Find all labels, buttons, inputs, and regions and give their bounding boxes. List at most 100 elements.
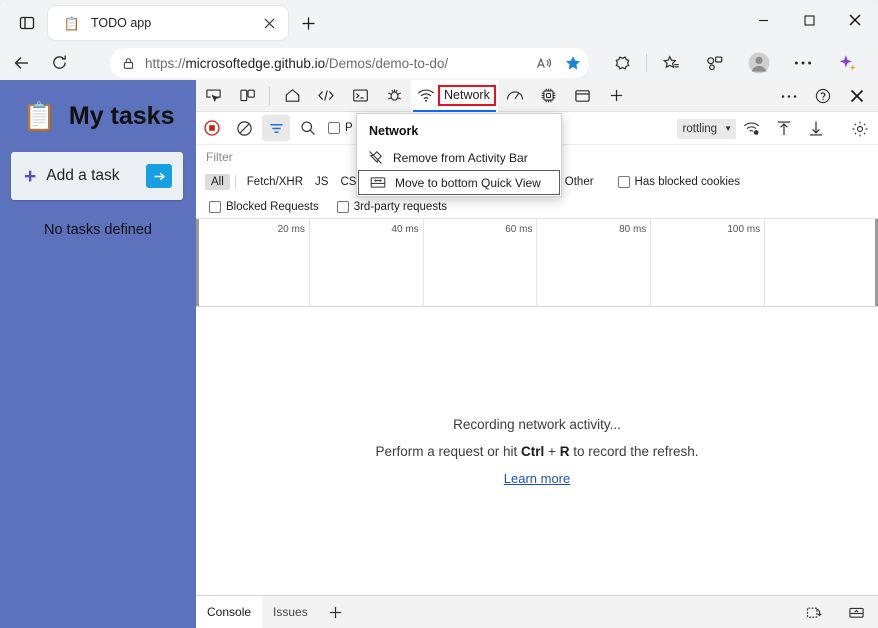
- arrow-right-icon[interactable]: [146, 164, 172, 188]
- preserve-log-checkbox[interactable]: P: [328, 122, 353, 134]
- clipboard-icon: 📋: [63, 15, 81, 31]
- minimize-button[interactable]: [740, 0, 786, 40]
- checkbox-box: [328, 122, 340, 134]
- devtools-drawer: Console Issues: [196, 595, 878, 628]
- close-window-button[interactable]: [832, 0, 878, 40]
- page-content-todo-app: 📋 My tasks + Add a task No tasks defined: [0, 80, 196, 628]
- context-menu-item-label: Move to bottom Quick View: [395, 175, 541, 190]
- unpin-icon: [367, 151, 384, 165]
- record-stop-icon[interactable]: [198, 115, 226, 141]
- memory-icon[interactable]: [534, 82, 564, 110]
- filter-icon[interactable]: [262, 115, 290, 141]
- checkbox-box: [617, 176, 630, 188]
- drawer-right-controls: [798, 596, 872, 628]
- timeline-cell: 20 ms: [196, 219, 310, 306]
- timeline-tick-label: 80 ms: [619, 224, 647, 235]
- timeline-tick-label: 100 ms: [727, 224, 761, 235]
- chip-other[interactable]: Other: [559, 174, 600, 190]
- import-har-icon[interactable]: [770, 116, 798, 142]
- recording-message: Recording network activity...: [453, 416, 621, 432]
- address-bar[interactable]: https://microsoftedge.github.io/Demos/de…: [110, 48, 589, 78]
- console-icon[interactable]: [345, 82, 375, 110]
- application-icon[interactable]: [568, 82, 598, 110]
- copilot-icon[interactable]: [832, 48, 862, 78]
- timeline-cell: 100 ms: [651, 219, 766, 306]
- throttling-dropdown[interactable]: rottling ▼: [676, 118, 736, 139]
- read-aloud-icon[interactable]: [531, 50, 557, 76]
- todo-header: 📋 My tasks: [0, 102, 196, 131]
- timeline-cell: [765, 219, 878, 306]
- more-tools-icon[interactable]: [774, 82, 804, 110]
- devtools-right-controls: [772, 80, 878, 112]
- split-screen-icon[interactable]: [700, 48, 730, 78]
- device-emulation-icon[interactable]: [232, 82, 262, 110]
- url-text: https://microsoftedge.github.io/Demos/de…: [145, 55, 449, 71]
- close-devtools-icon[interactable]: [842, 82, 872, 110]
- more-options-icon[interactable]: [788, 48, 818, 78]
- plus-icon[interactable]: [323, 599, 349, 625]
- perform-request-message: Perform a request or hit Ctrl + R to rec…: [375, 443, 699, 459]
- add-task-input[interactable]: + Add a task: [11, 152, 183, 200]
- window-controls: [740, 0, 878, 40]
- network-overview-timeline[interactable]: 20 ms 40 ms 60 ms 80 ms 100 ms: [196, 219, 878, 307]
- context-menu-header: Network: [369, 124, 419, 138]
- third-party-requests-checkbox[interactable]: 3rd-party requests: [336, 200, 448, 213]
- tab-strip: 📋 TODO app: [0, 0, 878, 45]
- maximize-button[interactable]: [786, 0, 832, 40]
- browser-tab[interactable]: 📋 TODO app: [48, 6, 288, 40]
- devtools-activity-bar: Network: [196, 79, 878, 112]
- favorites-icon[interactable]: [656, 48, 686, 78]
- avatar-icon[interactable]: [744, 48, 774, 78]
- blocked-requests-checkbox[interactable]: Blocked Requests: [209, 200, 319, 213]
- timeline-left-handle[interactable]: [196, 219, 199, 306]
- chevron-down-icon: ▼: [724, 124, 732, 133]
- reload-icon[interactable]: [44, 48, 74, 78]
- activity-bar-tab-label: Network: [438, 85, 496, 106]
- context-menu-item-label: Remove from Activity Bar: [393, 150, 528, 165]
- drawer-tab-issues[interactable]: Issues: [262, 596, 319, 628]
- browser-chrome: 📋 TODO app https://microsoftedge.github.…: [0, 0, 878, 80]
- timeline-cell: 80 ms: [537, 219, 652, 306]
- network-empty-state: Recording network activity... Perform a …: [196, 307, 878, 595]
- inspect-element-icon[interactable]: [198, 82, 228, 110]
- performance-icon[interactable]: [500, 82, 530, 110]
- close-icon[interactable]: [258, 12, 280, 34]
- request-filter-checkboxes: Blocked Requests 3rd-party requests: [196, 195, 878, 219]
- home-icon[interactable]: [277, 82, 307, 110]
- tab-list-icon[interactable]: [14, 10, 40, 36]
- star-filled-icon[interactable]: [560, 50, 586, 76]
- navigation-bar: https://microsoftedge.github.io/Demos/de…: [0, 45, 878, 80]
- network-icon: [417, 88, 435, 103]
- timeline-cell: 60 ms: [424, 219, 538, 306]
- elements-icon[interactable]: [311, 82, 341, 110]
- gear-icon[interactable]: [846, 116, 874, 142]
- sources-debugger-icon[interactable]: [379, 82, 409, 110]
- collections-icon[interactable]: [607, 48, 637, 78]
- chip-all[interactable]: All: [205, 174, 230, 190]
- learn-more-link[interactable]: Learn more: [504, 471, 570, 486]
- checkbox-box: [209, 200, 221, 213]
- new-tab-button[interactable]: [296, 11, 320, 35]
- search-icon[interactable]: [294, 115, 322, 141]
- network-toolbar-right: rottling ▼: [676, 112, 876, 145]
- clear-icon[interactable]: [230, 115, 258, 141]
- help-icon[interactable]: [808, 82, 838, 110]
- network-conditions-icon[interactable]: [738, 116, 766, 142]
- back-arrow-icon[interactable]: [7, 48, 37, 78]
- toolbar-divider: [646, 54, 647, 72]
- drawer-tab-console[interactable]: Console: [196, 595, 263, 628]
- activity-bar-tab-network[interactable]: Network: [411, 79, 498, 112]
- dock-drawer-icon[interactable]: [842, 600, 870, 626]
- third-party-requests-label: 3rd-party requests: [353, 200, 448, 213]
- context-menu-item-move-to-bottom-quick-view[interactable]: Move to bottom Quick View: [358, 170, 560, 195]
- restore-drawer-icon[interactable]: [800, 600, 828, 626]
- checkbox-box: [336, 200, 349, 213]
- add-tool-icon[interactable]: [602, 82, 632, 110]
- has-blocked-cookies-checkbox[interactable]: Has blocked cookies: [617, 176, 740, 188]
- context-menu-item-remove-from-activity-bar[interactable]: Remove from Activity Bar: [357, 145, 561, 170]
- chip-js[interactable]: JS: [309, 174, 334, 190]
- lock-icon: [122, 57, 135, 70]
- export-har-icon[interactable]: [802, 116, 830, 142]
- chip-fetch-xhr[interactable]: Fetch/XHR: [241, 174, 309, 190]
- page-title: My tasks: [68, 102, 175, 130]
